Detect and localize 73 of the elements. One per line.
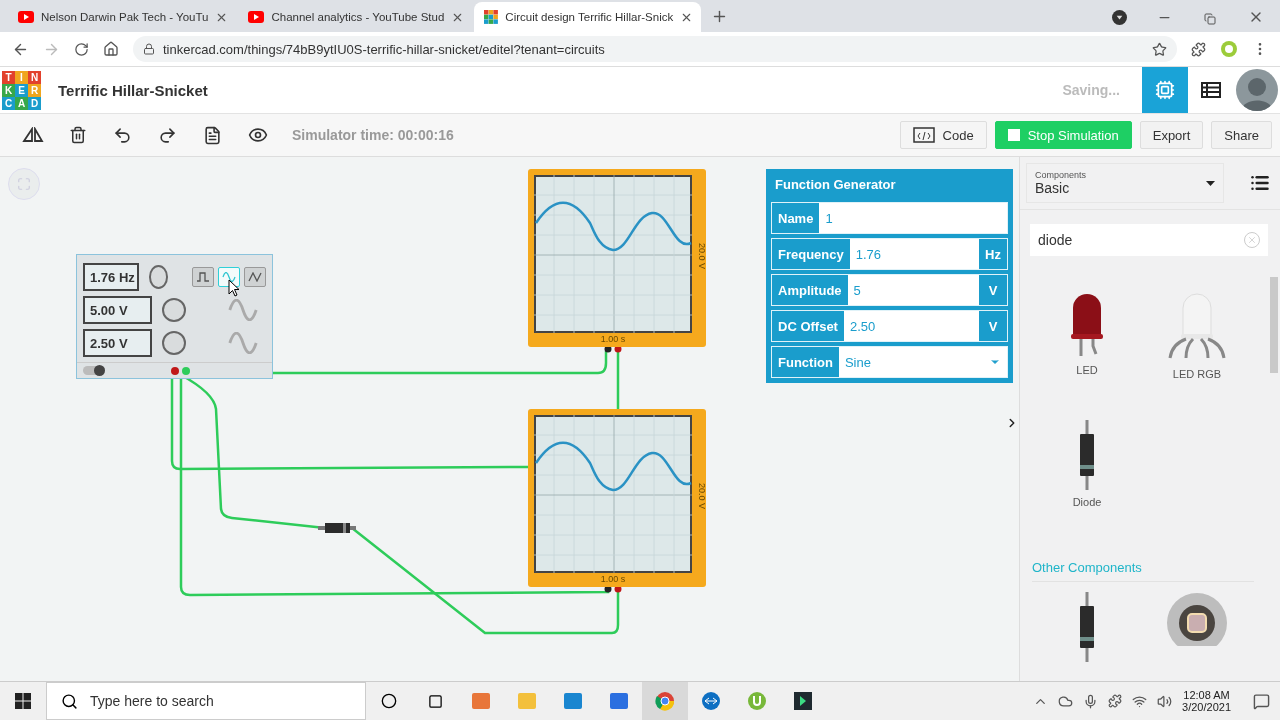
inspector-title: Function Generator xyxy=(774,175,897,194)
project-title: Terrific Hillar-Snicket xyxy=(58,81,208,99)
grid-logo-icon xyxy=(484,10,499,24)
logo[interactable]: T I N K E R C A D xyxy=(2,70,41,110)
restore-icon[interactable] xyxy=(1204,13,1216,25)
avatar[interactable] xyxy=(1236,69,1278,111)
code-icon xyxy=(912,127,935,143)
cloud-icon[interactable] xyxy=(1058,693,1074,709)
toolbar-button[interactable]: Export xyxy=(1139,121,1204,149)
code-button[interactable]: Code xyxy=(899,121,987,149)
component-item[interactable]: Diode xyxy=(1032,420,1142,508)
diode-drawing xyxy=(1077,592,1097,662)
address-bar[interactable]: tinkercad.com/things/74bB9ytIU0S-terrific-hillar-snicket/editel?tenant=circuits xyxy=(133,36,1177,62)
list-view-icon[interactable] xyxy=(1250,173,1270,193)
profile-icon[interactable] xyxy=(1112,10,1127,25)
home-icon[interactable] xyxy=(103,41,119,57)
browser-tab[interactable]: Nelson Darwin Pak Tech - YouTu xyxy=(8,2,237,32)
search-icon xyxy=(61,692,78,710)
waveform-button[interactable] xyxy=(192,267,214,287)
clock[interactable]: 12:08 AM 3/20/2021 xyxy=(1182,689,1231,713)
puzzle-icon[interactable] xyxy=(1191,41,1206,57)
toolbar-button[interactable]: Share xyxy=(1211,121,1272,149)
generator-display: 5.00 V xyxy=(83,296,152,324)
fit-view-icon xyxy=(17,177,31,191)
diode[interactable] xyxy=(318,523,356,533)
generator-display: 2.50 V xyxy=(83,329,152,357)
component-item[interactable]: LED RGB xyxy=(1142,292,1252,380)
volt-scale-label: 20.0 V xyxy=(697,483,707,509)
browser-tab[interactable]: Channel analytics - YouTube Stud xyxy=(238,2,473,32)
scrollbar[interactable] xyxy=(1270,277,1278,373)
wifi-icon[interactable] xyxy=(1132,693,1148,709)
waveform-button[interactable] xyxy=(244,267,266,287)
knob[interactable] xyxy=(162,331,186,355)
notification-icon[interactable] xyxy=(1253,692,1270,710)
browser-icon[interactable] xyxy=(642,682,688,720)
video-logo-icon xyxy=(248,11,265,23)
knob[interactable] xyxy=(162,298,186,322)
knob[interactable] xyxy=(148,265,168,289)
reload-icon[interactable] xyxy=(74,41,89,57)
oscilloscope[interactable]: 1.00 s 20.0 V xyxy=(528,169,706,347)
caret-icon xyxy=(1206,180,1215,186)
components-dropdown[interactable]: Components Basic xyxy=(1026,163,1224,203)
taskbar-search-field[interactable]: Type here to search xyxy=(46,682,366,720)
time-scale-label: 1.00 s xyxy=(600,574,626,584)
stop-icon xyxy=(1007,129,1020,141)
simulator-time: Simulator time: 00:00:16 xyxy=(292,127,454,143)
save-status: Saving... xyxy=(1062,82,1120,98)
component-item[interactable]: LED xyxy=(1032,292,1142,380)
power-switch[interactable] xyxy=(83,366,105,375)
diode-drawing xyxy=(1077,420,1097,490)
wire xyxy=(616,351,620,409)
video-logo-icon xyxy=(18,11,34,23)
generator-display: 1.76 Hz xyxy=(83,263,139,291)
table-icon xyxy=(1201,82,1221,98)
function-generator[interactable]: 1.76 Hz 5.00 V 2.50 V xyxy=(76,254,273,379)
lock-icon xyxy=(143,43,155,55)
section-heading: Other Components xyxy=(1032,560,1254,582)
output-terminals[interactable] xyxy=(171,366,190,375)
chip-icon xyxy=(1155,80,1175,100)
triangle-wave-icon xyxy=(248,272,262,282)
search-field[interactable]: diode xyxy=(1030,224,1268,256)
waveform-button[interactable] xyxy=(218,267,240,287)
microphone-icon[interactable] xyxy=(1083,693,1099,709)
cursor-icon xyxy=(228,279,240,297)
square-wave-icon xyxy=(196,272,210,282)
pushbutton-drawing xyxy=(1166,592,1228,646)
browser-tab[interactable]: Circuit design Terrific Hillar-Snick xyxy=(474,2,702,32)
sine-wave-icon xyxy=(222,272,236,282)
volume-icon[interactable] xyxy=(1157,693,1173,709)
star-icon[interactable] xyxy=(1152,41,1167,57)
time-scale-label: 1.00 s xyxy=(600,334,626,344)
oscilloscope[interactable]: 1.00 s 20.0 V xyxy=(528,409,706,587)
volt-scale-label: 20.0 V xyxy=(697,243,707,269)
